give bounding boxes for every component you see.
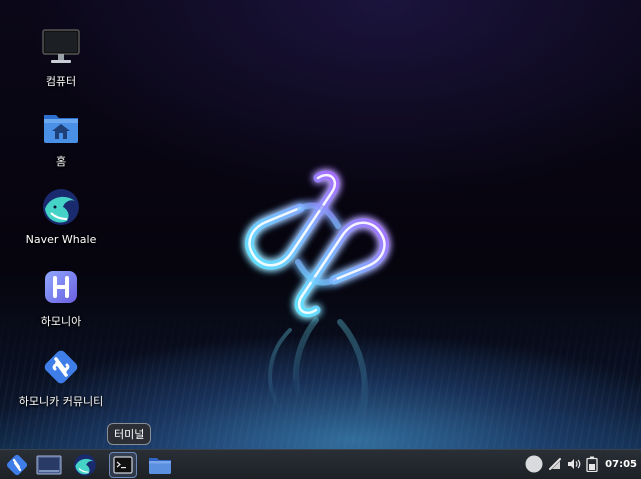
desktop-icon-label: 홈: [55, 155, 67, 168]
desktop-icon: [36, 455, 62, 475]
hamonikr-logo-icon: [6, 454, 28, 476]
system-tray: 07:05: [525, 450, 641, 478]
folder-icon: [149, 458, 171, 474]
desktop-icon-home[interactable]: 홈: [1, 107, 121, 169]
home-folder-icon: [41, 107, 81, 147]
desktop-icon-label: 컴퓨터: [45, 75, 77, 88]
files-launcher[interactable]: [146, 452, 174, 478]
desktop-icon-hamonikr-community[interactable]: 하모니카 커뮤니티: [1, 347, 121, 409]
clock[interactable]: 07:05: [605, 459, 637, 470]
desktop-icon-label: 하모니카 커뮤니티: [18, 395, 104, 408]
hamonikr-community-icon: [41, 347, 81, 387]
desktop[interactable]: 컴퓨터 홈 Naver Whale 하모니아 하모니카 커뮤니티 터미널 07:…: [0, 0, 641, 479]
desktop-icon-computer[interactable]: 컴퓨터: [1, 27, 121, 89]
network-icon[interactable]: [548, 457, 562, 471]
hamonia-icon: [41, 267, 81, 307]
app-menu-button[interactable]: [3, 452, 31, 478]
desktop-icon-naver-whale[interactable]: Naver Whale: [1, 187, 121, 246]
terminal-launcher[interactable]: [109, 452, 137, 478]
whale-launcher[interactable]: [71, 452, 99, 478]
taskbar-tooltip: 터미널: [107, 423, 152, 445]
taskbar: 07:05: [0, 449, 641, 479]
user-status-icon[interactable]: [525, 455, 543, 473]
desktop-icon-label: 하모니아: [40, 315, 82, 328]
desktop-icon-hamonia[interactable]: 하모니아: [1, 267, 121, 329]
desktop-icon-label: Naver Whale: [25, 233, 97, 246]
naver-whale-icon: [41, 187, 81, 227]
battery-icon[interactable]: [586, 456, 598, 472]
show-desktop-button[interactable]: [35, 452, 63, 478]
computer-icon: [41, 27, 81, 67]
terminal-icon: [113, 456, 133, 474]
volume-icon[interactable]: [567, 458, 581, 470]
naver-whale-icon: [74, 454, 96, 476]
